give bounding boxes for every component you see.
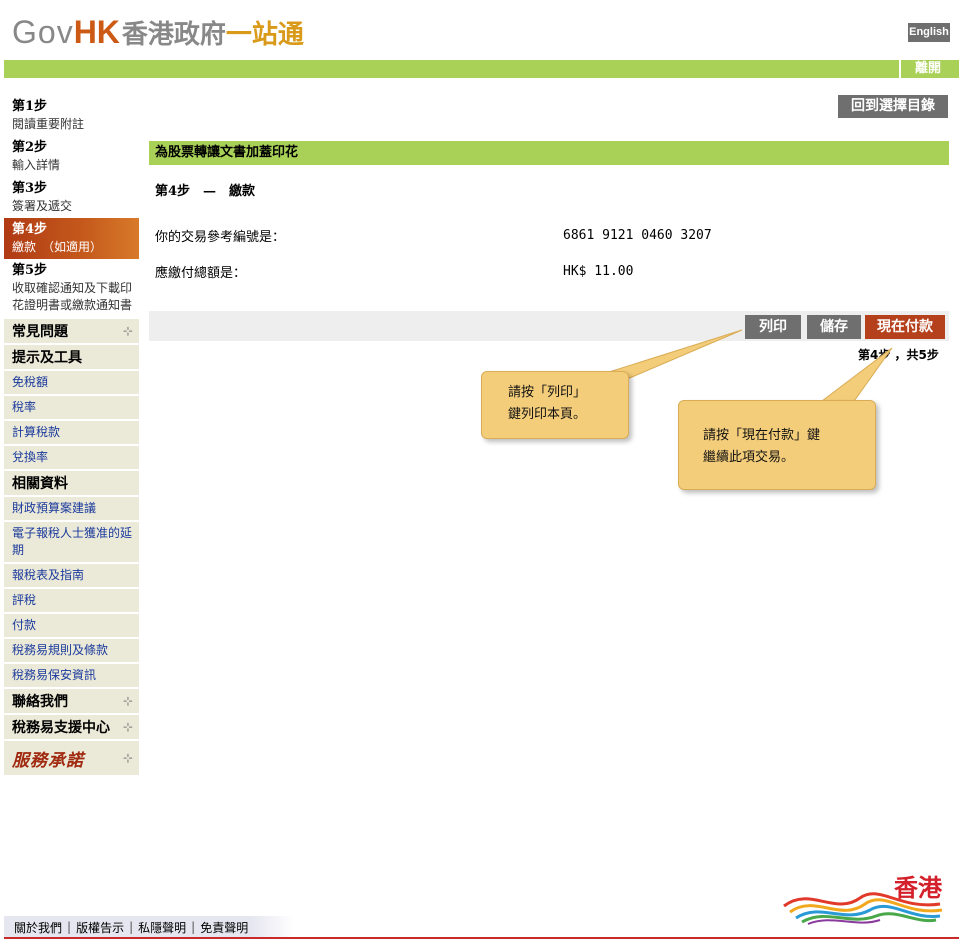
leave-button[interactable]: 離開 — [899, 60, 955, 78]
sidebar-heading-tips-tools: 提示及工具 — [4, 345, 139, 371]
menu-heading: 常見問題 — [12, 324, 68, 340]
sidebar-link-security[interactable]: 稅務易保安資訊 — [4, 664, 139, 689]
sidebar-step-1: 第1步 閱讀重要附註 — [4, 95, 139, 136]
sidebar-step-4-current: 第4步 繳款 （如適用） — [4, 218, 139, 259]
menu-link-label: 免稅額 — [12, 375, 49, 389]
sidebar-link-tax-returns[interactable]: 報稅表及指南 — [4, 564, 139, 589]
brand-hong-kong-logo: 香港 — [780, 866, 950, 926]
sidebar-link-budget[interactable]: 財政預算案建議 — [4, 497, 139, 522]
step-title: 第2步 — [12, 140, 48, 155]
step-title: 第4步 — [12, 222, 48, 237]
sidebar-item-performance-pledge[interactable]: 服務承諾 ⊹ — [4, 741, 139, 777]
pay-tip-line-1: 請按「現在付款」鍵 — [703, 428, 821, 443]
pay-tip-callout: 請按「現在付款」鍵 繼續此項交易。 — [678, 400, 876, 490]
sidebar-heading-related: 相關資料 — [4, 471, 139, 497]
step-description: 繳款 （如適用） — [12, 240, 103, 254]
menu-link-label: 報稅表及指南 — [12, 568, 85, 582]
sidebar-link-exchange-rates[interactable]: 兌換率 — [4, 446, 139, 471]
sidebar-link-allowances[interactable]: 免稅額 — [4, 371, 139, 396]
english-language-button[interactable]: English — [908, 23, 950, 42]
step-title: 第5步 — [12, 263, 48, 278]
footer-separator: | — [67, 920, 72, 934]
expand-icon: ⊹ — [122, 720, 133, 734]
step-description: 收取確認通知及下載印花證明書或繳款通知書 — [12, 281, 133, 312]
reference-number-label: 你的交易參考編號是： — [155, 230, 286, 245]
menu-link-label: 電子報稅人士獲准的延期 — [12, 526, 133, 557]
menu-link-label: 稅務易規則及條款 — [12, 643, 109, 657]
sidebar-item-faq[interactable]: 常見問題 ⊹ — [4, 319, 139, 345]
footer-link-copyright[interactable]: 版權告示 — [76, 919, 124, 936]
sidebar-step-5: 第5步 收取確認通知及下載印花證明書或繳款通知書 — [4, 259, 139, 317]
sidebar-menu: 常見問題 ⊹ 提示及工具 免稅額 稅率 計算稅款 兌換率 相關資料 財政預算案建… — [4, 319, 139, 777]
sidebar-step-3: 第3步 簽署及遞交 — [4, 177, 139, 218]
sidebar-link-tax-rates[interactable]: 稅率 — [4, 396, 139, 421]
expand-icon: ⊹ — [122, 751, 133, 765]
sidebar: 第1步 閱讀重要附註 第2步 輸入詳情 第3步 簽署及遞交 第4步 繳款 （如適… — [4, 95, 139, 777]
logo-hk-text: HK — [73, 14, 120, 50]
menu-link-label: 財政預算案建議 — [12, 501, 97, 515]
page-title: 為股票轉讓文書加蓋印花 — [149, 141, 949, 165]
sidebar-item-support-centre[interactable]: 稅務易支援中心 ⊹ — [4, 715, 139, 741]
print-tip-line-2: 鍵列印本頁。 — [508, 407, 587, 422]
menu-heading: 提示及工具 — [12, 350, 82, 366]
reference-number-value: 6861 9121 0460 3207 — [563, 228, 712, 243]
step-description: 閱讀重要附註 — [12, 117, 85, 131]
sidebar-step-2: 第2步 輸入詳情 — [4, 136, 139, 177]
logo-cn-accent-text: 一站通 — [225, 20, 304, 50]
back-to-menu-button[interactable]: 回到選擇目錄 — [838, 95, 948, 118]
logo-cn-text: 香港政府 — [121, 20, 226, 50]
pay-now-button[interactable]: 現在付款 — [865, 315, 945, 339]
footer-link-disclaimer[interactable]: 免責聲明 — [200, 919, 248, 936]
sidebar-item-contact[interactable]: 聯絡我們 ⊹ — [4, 689, 139, 715]
footer-divider — [4, 937, 959, 939]
menu-link-label: 稅率 — [12, 400, 37, 414]
menu-link-label: 兌換率 — [12, 450, 49, 464]
step-title: 第3步 — [12, 181, 48, 196]
footer-link-about-us[interactable]: 關於我們 — [14, 919, 62, 936]
menu-link-label: 付款 — [12, 618, 37, 632]
govhk-logo[interactable]: Gov HK 香港政府 一站通 — [12, 14, 304, 50]
logo-gov-text: Gov — [12, 14, 74, 50]
action-bar: 列印 儲存 現在付款 — [149, 311, 949, 341]
menu-heading: 相關資料 — [12, 476, 68, 492]
print-button[interactable]: 列印 — [745, 315, 801, 339]
menu-heading: 聯絡我們 — [12, 694, 68, 710]
footer-separator: | — [191, 920, 196, 934]
footer-link-privacy[interactable]: 私隱聲明 — [138, 919, 186, 936]
menu-link-label: 計算稅款 — [12, 425, 61, 439]
brand-text: 香港 — [894, 873, 942, 902]
print-tip-callout: 請按「列印」 鍵列印本頁。 — [481, 371, 629, 439]
footer-links: 關於我們 | 版權告示 | 私隱聲明 | 免責聲明 — [4, 916, 294, 938]
step-progress-text: 第4步 ，共5步 — [858, 348, 939, 362]
expand-icon: ⊹ — [122, 694, 133, 708]
step-heading: 第4步 — 繳款 — [155, 184, 256, 199]
sidebar-link-payment[interactable]: 付款 — [4, 614, 139, 639]
top-nav-bar: 離開 — [4, 60, 959, 78]
footer-separator: | — [129, 920, 134, 934]
step-description: 簽署及遞交 — [12, 199, 73, 213]
sidebar-link-terms[interactable]: 稅務易規則及條款 — [4, 639, 139, 664]
save-button[interactable]: 儲存 — [807, 315, 861, 339]
amount-label: 應繳付總額是： — [155, 266, 247, 281]
step-description: 輸入詳情 — [12, 158, 61, 172]
sidebar-link-assessment[interactable]: 評稅 — [4, 589, 139, 614]
menu-heading: 稅務易支援中心 — [12, 720, 110, 736]
sidebar-link-tax-calculator[interactable]: 計算稅款 — [4, 421, 139, 446]
menu-link-label: 評稅 — [12, 593, 37, 607]
step-title: 第1步 — [12, 99, 48, 114]
pledge-logo-text: 服務承諾 — [12, 750, 84, 771]
amount-value: HK$ 11.00 — [563, 264, 634, 279]
sidebar-link-extension[interactable]: 電子報稅人士獲准的延期 — [4, 522, 139, 564]
expand-icon: ⊹ — [122, 324, 133, 338]
menu-link-label: 稅務易保安資訊 — [12, 668, 97, 682]
print-tip-line-1: 請按「列印」 — [508, 385, 587, 400]
pay-tip-line-2: 繼續此項交易。 — [703, 450, 795, 465]
